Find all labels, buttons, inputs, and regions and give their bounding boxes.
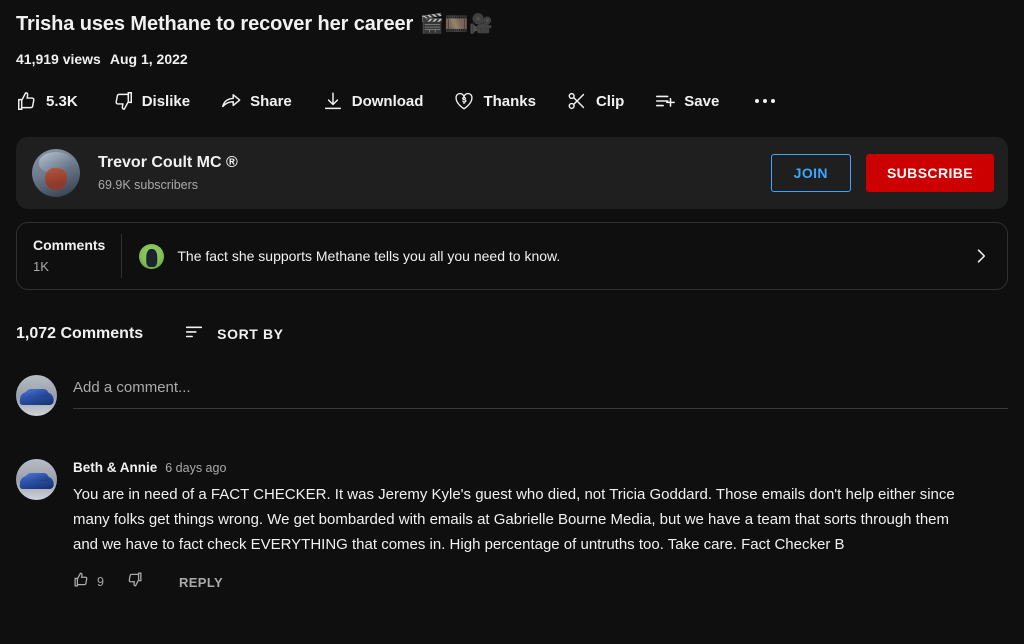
chevron-right-icon[interactable] bbox=[971, 246, 991, 266]
comment-reply-button[interactable]: REPLY bbox=[179, 575, 223, 590]
scissors-icon bbox=[566, 90, 588, 112]
comments-preview-bar[interactable]: Comments 1K The fact she supports Methan… bbox=[16, 222, 1008, 290]
save-label: Save bbox=[684, 92, 720, 110]
save-playlist-icon bbox=[654, 90, 676, 112]
comment-body: Beth & Annie 6 days ago You are in need … bbox=[73, 459, 1008, 593]
film-frames-icon: 🎞️ bbox=[444, 13, 469, 35]
clip-button[interactable]: Clip bbox=[566, 90, 636, 112]
download-label: Download bbox=[351, 92, 424, 110]
video-title-text: Trisha uses Methane to recover her caree… bbox=[16, 13, 414, 35]
comment-item: Beth & Annie 6 days ago You are in need … bbox=[16, 459, 1008, 593]
subscribe-button[interactable]: SUBSCRIBE bbox=[865, 154, 994, 192]
add-comment-row bbox=[16, 375, 1008, 416]
channel-name[interactable]: Trevor Coult MC ® bbox=[98, 152, 771, 174]
commenter-avatar[interactable] bbox=[16, 459, 57, 500]
comment-like-button[interactable]: 9 bbox=[73, 571, 104, 593]
thumbs-up-icon bbox=[73, 571, 90, 593]
comments-preview-count: 1K bbox=[33, 259, 49, 274]
thanks-button[interactable]: Thanks bbox=[453, 90, 548, 112]
comment-action-row: 9 REPLY bbox=[73, 571, 1008, 593]
comment-author[interactable]: Beth & Annie bbox=[73, 459, 157, 477]
comments-preview-label-block: Comments 1K bbox=[33, 236, 121, 276]
comment-header: Beth & Annie 6 days ago bbox=[73, 459, 1008, 477]
channel-info-card: Trevor Coult MC ® 69.9K subscribers JOIN… bbox=[16, 137, 1008, 209]
page-title: Trisha uses Methane to recover her caree… bbox=[16, 10, 1008, 38]
comments-section-header: 1,072 Comments SORT BY bbox=[16, 320, 1008, 347]
comment-like-count: 9 bbox=[97, 575, 104, 589]
add-comment-input[interactable] bbox=[73, 379, 1008, 409]
channel-text-block: Trevor Coult MC ® 69.9K subscribers bbox=[98, 152, 771, 194]
sort-by-button[interactable]: SORT BY bbox=[183, 320, 283, 347]
comments-total-count: 1,072 Comments bbox=[16, 324, 144, 342]
more-horizontal-icon bbox=[755, 99, 760, 103]
thumbs-down-icon bbox=[112, 90, 134, 112]
comment-timestamp[interactable]: 6 days ago bbox=[165, 459, 226, 477]
thumbs-down-icon bbox=[126, 571, 143, 593]
title-emoji-group: 🎬 🎞️ 🎥 bbox=[420, 15, 493, 34]
download-icon bbox=[322, 90, 344, 112]
more-horizontal-icon-dot3 bbox=[771, 99, 776, 103]
share-label: Share bbox=[250, 92, 292, 110]
like-count: 5.3K bbox=[46, 92, 78, 110]
thumbs-up-icon bbox=[16, 90, 38, 112]
comments-preview-label: Comments bbox=[33, 237, 106, 253]
share-arrow-icon bbox=[220, 90, 242, 112]
save-button[interactable]: Save bbox=[654, 90, 731, 112]
clip-label: Clip bbox=[595, 92, 625, 110]
clapper-board-icon: 🎬 bbox=[420, 13, 444, 35]
view-count: 41,919 views bbox=[16, 51, 101, 67]
youtube-watch-page: Trisha uses Methane to recover her caree… bbox=[0, 0, 1024, 644]
download-button[interactable]: Download bbox=[322, 90, 436, 112]
publish-date: Aug 1, 2022 bbox=[109, 51, 188, 67]
channel-avatar[interactable] bbox=[32, 149, 80, 197]
subscriber-count: 69.9K subscribers bbox=[98, 178, 199, 192]
preview-comment-avatar bbox=[139, 243, 165, 269]
sort-lines-icon bbox=[183, 320, 205, 347]
add-comment-field-wrapper bbox=[73, 375, 1008, 409]
user-avatar[interactable] bbox=[16, 375, 57, 416]
video-action-bar: 5.3K Dislike Share Download Thanks Clip … bbox=[16, 84, 1008, 118]
dislike-label: Dislike bbox=[141, 92, 191, 110]
video-metadata: 41,919 views Aug 1, 2022 bbox=[16, 51, 1008, 67]
comment-text: You are in need of a FACT CHECKER. It wa… bbox=[73, 486, 955, 553]
more-horizontal-icon-dot2 bbox=[763, 99, 768, 103]
thanks-label: Thanks bbox=[483, 92, 536, 110]
more-actions-button[interactable] bbox=[749, 99, 781, 103]
join-button[interactable]: JOIN bbox=[770, 154, 851, 192]
preview-comment-text: The fact she supports Methane tells you … bbox=[177, 248, 561, 264]
like-button[interactable]: 5.3K bbox=[16, 90, 90, 112]
share-button[interactable]: Share bbox=[220, 90, 304, 112]
heart-dollar-icon bbox=[453, 90, 475, 112]
dislike-button[interactable]: Dislike bbox=[112, 90, 202, 112]
movie-camera-icon: 🎥 bbox=[469, 13, 493, 35]
divider bbox=[121, 234, 123, 278]
sort-by-label: SORT BY bbox=[217, 325, 284, 342]
comment-dislike-button[interactable] bbox=[126, 571, 143, 593]
